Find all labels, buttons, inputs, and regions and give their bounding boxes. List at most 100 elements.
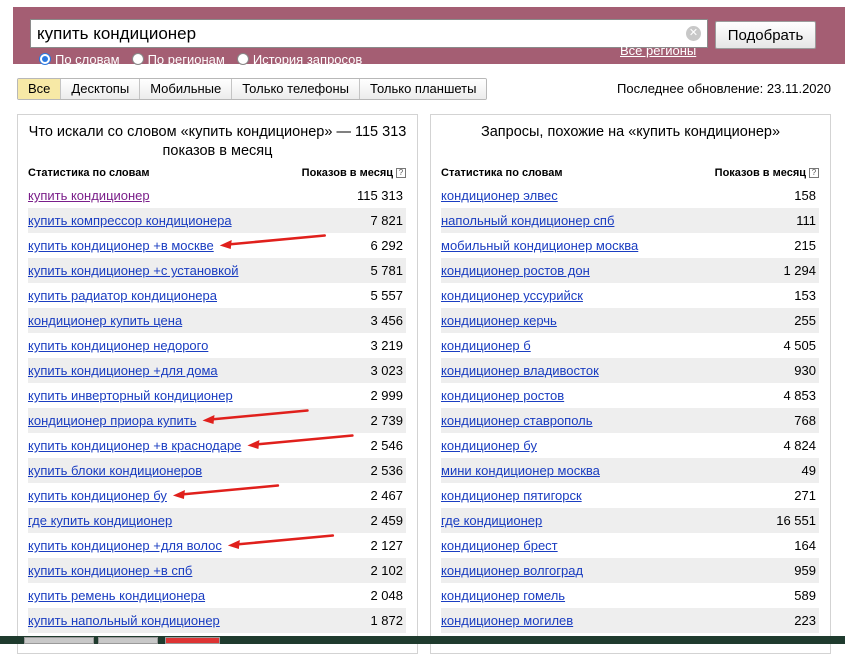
phrase-link[interactable]: купить кондиционер бу (28, 483, 167, 508)
phrase-link[interactable]: мобильный кондиционер москва (441, 233, 638, 258)
phrase-link[interactable]: купить компрессор кондиционера (28, 208, 232, 233)
phrase-link[interactable]: купить радиатор кондиционера (28, 283, 217, 308)
tab-mobile[interactable]: Мобильные (139, 79, 232, 99)
col-count-header: Показов в месяц ? (715, 167, 819, 179)
phrase-link[interactable]: кондиционер купить цена (28, 308, 182, 333)
phrase-link[interactable]: купить кондиционер +для волос (28, 533, 222, 558)
right-rows: кондиционер элвес 158 напольный кондиционе… (441, 183, 819, 633)
impressions-count: 2 536 (370, 463, 403, 478)
phrase-link[interactable]: кондиционер брест (441, 533, 558, 558)
phrase-link[interactable]: купить кондиционер +для дома (28, 358, 218, 383)
search-input[interactable] (31, 20, 681, 47)
all-regions-link[interactable]: Все регионы (620, 43, 696, 58)
impressions-count: 223 (794, 613, 816, 628)
impressions-count: 49 (801, 463, 816, 478)
phrase-link[interactable]: кондиционер владивосток (441, 358, 599, 383)
impressions-count: 3 219 (370, 338, 403, 353)
phrase-link[interactable]: купить ремень кондиционера (28, 583, 205, 608)
tab-desktops[interactable]: Десктопы (60, 79, 140, 99)
phrase-link[interactable]: купить кондиционер +в москве (28, 233, 214, 258)
table-row: кондиционер пятигорск 271 (441, 483, 819, 508)
phrase-link[interactable]: кондиционер уссурийск (441, 283, 583, 308)
phrase-link[interactable]: кондиционер элвес (441, 183, 558, 208)
phrase-link[interactable]: купить кондиционер +с установкой (28, 258, 239, 283)
phrase-link[interactable]: кондиционер бу (441, 433, 537, 458)
help-icon[interactable]: ? (809, 168, 819, 178)
taskbar (0, 636, 845, 644)
table-row: купить инверторный кондиционер 2 999 (28, 383, 406, 408)
tab-phones-only[interactable]: Только телефоны (231, 79, 360, 99)
phrase-link[interactable]: где купить кондиционер (28, 508, 172, 533)
table-row: купить кондиционер +с установкой 5 781 (28, 258, 406, 283)
radio-history[interactable]: История запросов (236, 52, 362, 67)
col-phrase-header: Статистика по словам (441, 167, 563, 179)
radio-button-icon[interactable] (39, 53, 51, 65)
radio-button-icon[interactable] (131, 53, 144, 65)
radio-button-icon[interactable] (236, 53, 249, 65)
table-row: купить кондиционер бу 2 467 (28, 483, 406, 508)
taskbar-button[interactable] (98, 637, 158, 644)
impressions-count: 6 292 (370, 238, 403, 253)
phrase-link[interactable]: купить кондиционер +в краснодаре (28, 433, 241, 458)
impressions-count: 3 456 (370, 313, 403, 328)
impressions-count: 271 (794, 488, 816, 503)
phrase-link[interactable]: кондиционер б (441, 333, 531, 358)
search-header: ✕ Подобрать По словам По регионам Истори… (13, 7, 845, 67)
phrase-link[interactable]: мини кондиционер москва (441, 458, 600, 483)
phrase-link[interactable]: где кондиционер (441, 508, 542, 533)
phrase-link[interactable]: кондиционер ростов (441, 383, 564, 408)
table-row: купить кондиционер +в спб 2 102 (28, 558, 406, 583)
phrase-link[interactable]: кондиционер могилев (441, 608, 573, 633)
phrase-link[interactable]: купить инверторный кондиционер (28, 383, 233, 408)
taskbar-button[interactable] (24, 637, 94, 644)
impressions-count: 5 557 (370, 288, 403, 303)
impressions-count: 115 313 (356, 188, 403, 203)
table-row: купить радиатор кондиционера 5 557 (28, 283, 406, 308)
impressions-count: 111 (796, 213, 816, 228)
tab-tablets-only[interactable]: Только планшеты (359, 79, 487, 99)
table-header: Статистика по словам Показов в месяц ? (441, 167, 819, 181)
phrase-link[interactable]: купить блоки кондиционеров (28, 458, 202, 483)
table-row: купить кондиционер недорого 3 219 (28, 333, 406, 358)
help-icon[interactable]: ? (396, 168, 406, 178)
panel-title: Запросы, похожие на «купить кондиционер» (480, 124, 781, 140)
phrase-link[interactable]: кондиционер приора купить (28, 408, 196, 433)
phrase-link[interactable]: кондиционер ростов дон (441, 258, 590, 283)
phrase-link[interactable]: кондиционер керчь (441, 308, 557, 333)
table-row: кондиционер волгоград 959 (441, 558, 819, 583)
phrase-link[interactable]: кондиционер пятигорск (441, 483, 582, 508)
radio-by-regions[interactable]: По регионам (131, 51, 225, 67)
table-row: кондиционер керчь 255 (441, 308, 819, 333)
phrase-link[interactable]: купить напольный кондиционер (28, 608, 220, 633)
table-row: кондиционер брест 164 (441, 533, 819, 558)
phrase-link[interactable]: купить кондиционер недорого (28, 333, 208, 358)
col-count-header: Показов в месяц ? (302, 167, 406, 179)
impressions-count: 7 821 (370, 213, 403, 228)
impressions-count: 2 467 (370, 488, 403, 503)
impressions-count: 255 (794, 313, 816, 328)
taskbar-button[interactable] (165, 637, 220, 644)
radio-by-words[interactable]: По словам (39, 52, 120, 67)
phrase-link[interactable]: купить кондиционер +в спб (28, 558, 192, 583)
phrase-link[interactable]: кондиционер ставрополь (441, 408, 593, 433)
impressions-count: 1 872 (370, 613, 403, 628)
table-row: кондиционер владивосток 930 (441, 358, 819, 383)
phrase-link[interactable]: купить кондиционер (28, 183, 150, 208)
mode-radio-group: По словам По регионам История запросов (39, 50, 374, 68)
col-count-label: Показов в месяц (301, 167, 393, 179)
phrase-link[interactable]: кондиционер волгоград (441, 558, 583, 583)
phrase-link[interactable]: напольный кондиционер спб (441, 208, 614, 233)
phrase-link[interactable]: кондиционер гомель (441, 583, 565, 608)
table-row: кондиционер ростов дон 1 294 (441, 258, 819, 283)
tab-all[interactable]: Все (18, 79, 61, 99)
impressions-count: 589 (794, 588, 816, 603)
radio-label: По регионам (147, 51, 225, 67)
submit-button[interactable]: Подобрать (715, 21, 816, 49)
radio-label: По словам (55, 51, 120, 67)
close-circle-icon[interactable]: ✕ (686, 26, 701, 41)
table-row: кондиционер гомель 589 (441, 583, 819, 608)
impressions-count: 16 551 (776, 513, 816, 528)
table-row: купить компрессор кондиционера 7 821 (28, 208, 406, 233)
impressions-count: 158 (794, 188, 816, 203)
table-row: кондиционер могилев 223 (441, 608, 819, 633)
